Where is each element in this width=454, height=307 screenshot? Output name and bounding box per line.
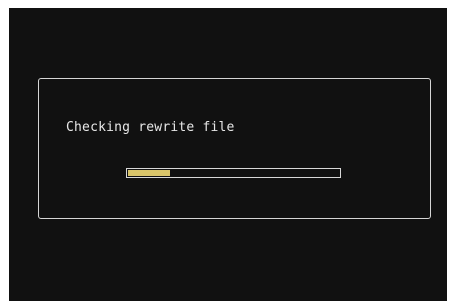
progress-bar — [126, 168, 341, 178]
progress-dialog: Checking rewrite file — [38, 78, 431, 219]
status-message: Checking rewrite file — [66, 120, 235, 135]
progress-fill — [128, 170, 171, 176]
camera-screen: Checking rewrite file — [9, 8, 447, 301]
